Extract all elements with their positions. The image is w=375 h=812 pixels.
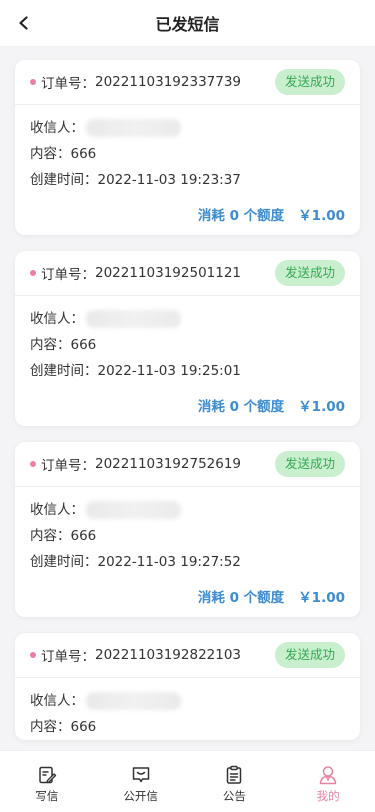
order-label: 订单号： [41, 649, 95, 665]
time-label: 创建时间： [30, 363, 98, 379]
card-body: 收信人： 内容： 666 创建时间： 2022-11-03 19:23:37 [15, 105, 360, 193]
order-label: 订单号： [41, 267, 95, 283]
clipboard-icon [227, 765, 242, 784]
recipient-label: 收信人： [30, 311, 84, 327]
time-label: 创建时间： [30, 172, 98, 188]
edit-icon [39, 766, 57, 784]
price-text: ￥1.00 [298, 208, 345, 224]
order-number: 订单号： 20221103192337739 [30, 72, 241, 92]
order-card[interactable]: 订单号： 20221103192822103 发送成功 收信人： 内容： 666 [15, 633, 360, 740]
order-no: 20221103192337739 [95, 74, 242, 90]
status-badge: 发送成功 [274, 642, 345, 668]
content-row: 内容： 666 [30, 523, 345, 549]
card-footer: 消耗 0 个额度 ￥1.00 [15, 575, 360, 617]
time-row: 创建时间： 2022-11-03 19:25:01 [30, 358, 345, 384]
message-icon [132, 767, 149, 783]
tab-public-letter[interactable]: 公开信 [94, 751, 188, 812]
tab-write[interactable]: 写信 [0, 751, 94, 812]
order-no: 20221103192822103 [95, 647, 242, 663]
recipient-row: 收信人： [30, 306, 345, 332]
price-text: ￥1.00 [298, 590, 345, 606]
recipient-row: 收信人： [30, 115, 345, 141]
time-row: 创建时间： 2022-11-03 19:27:52 [30, 549, 345, 575]
tab-label: 我的 [316, 789, 340, 803]
tab-label: 公开信 [123, 789, 158, 803]
price-text: ￥1.00 [298, 399, 345, 415]
content-label: 内容： [30, 528, 71, 544]
tab-label: 公告 [222, 789, 246, 803]
order-label: 订单号： [41, 76, 95, 92]
content-value: 666 [70, 337, 97, 353]
order-card[interactable]: 订单号： 20221103192752619 发送成功 收信人： 内容： 666… [15, 442, 360, 617]
card-header: 订单号： 20221103192337739 发送成功 [15, 60, 360, 105]
chevron-left-icon [19, 16, 28, 30]
header: 已发短信 [0, 0, 375, 46]
card-body: 收信人： 内容： 666 创建时间： 2022-11-03 19:27:52 [15, 487, 360, 575]
recipient-redacted [86, 692, 181, 710]
time-row: 创建时间： 2022-11-03 19:23:37 [30, 167, 345, 193]
card-body: 收信人： 内容： 666 [15, 678, 360, 740]
order-card[interactable]: 订单号： 20221103192337739 发送成功 收信人： 内容： 666… [15, 60, 360, 235]
app: 已发短信 订单号： 20221103192337739 发送成功 收信人： 内容… [0, 0, 375, 812]
recipient-label: 收信人： [30, 120, 84, 136]
tab-bar: 写信 公开信 公告 我的 [0, 750, 375, 812]
card-header: 订单号： 20221103192822103 发送成功 [15, 633, 360, 678]
order-label: 订单号： [41, 458, 95, 474]
recipient-redacted [86, 501, 181, 519]
content-label: 内容： [30, 337, 71, 353]
time-value: 2022-11-03 19:25:01 [97, 363, 241, 379]
page-title: 已发短信 [155, 15, 220, 34]
cost-text: 消耗 0 个额度 [197, 399, 285, 415]
status-badge: 发送成功 [274, 260, 345, 286]
tab-label: 写信 [35, 789, 59, 803]
content-value: 666 [70, 146, 97, 162]
card-footer: 消耗 0 个额度 ￥1.00 [15, 384, 360, 426]
status-badge: 发送成功 [274, 451, 345, 477]
content-value: 666 [70, 719, 97, 735]
card-footer: 消耗 0 个额度 ￥1.00 [15, 193, 360, 235]
order-number: 订单号： 20221103192752619 [30, 454, 241, 474]
time-value: 2022-11-03 19:23:37 [97, 172, 241, 188]
order-no: 20221103192752619 [95, 456, 242, 472]
recipient-redacted [86, 310, 181, 328]
user-icon [319, 766, 337, 785]
time-value: 2022-11-03 19:27:52 [97, 554, 241, 570]
recipient-label: 收信人： [30, 693, 84, 709]
status-dot-icon [30, 652, 36, 658]
recipient-row: 收信人： [30, 497, 345, 523]
cost-text: 消耗 0 个额度 [197, 590, 285, 606]
order-no: 20221103192501121 [95, 265, 242, 281]
tab-mine[interactable]: 我的 [281, 751, 375, 812]
back-button[interactable] [10, 9, 38, 37]
cost-text: 消耗 0 个额度 [197, 208, 285, 224]
order-list[interactable]: 订单号： 20221103192337739 发送成功 收信人： 内容： 666… [0, 46, 375, 750]
recipient-label: 收信人： [30, 502, 84, 518]
order-number: 订单号： 20221103192501121 [30, 263, 241, 283]
recipient-redacted [86, 119, 181, 137]
content-label: 内容： [30, 719, 71, 735]
content-label: 内容： [30, 146, 71, 162]
status-badge: 发送成功 [274, 69, 345, 95]
card-header: 订单号： 20221103192752619 发送成功 [15, 442, 360, 487]
order-card[interactable]: 订单号： 20221103192501121 发送成功 收信人： 内容： 666… [15, 251, 360, 426]
tab-announcement[interactable]: 公告 [188, 751, 282, 812]
card-header: 订单号： 20221103192501121 发送成功 [15, 251, 360, 296]
card-body: 收信人： 内容： 666 创建时间： 2022-11-03 19:25:01 [15, 296, 360, 384]
recipient-row: 收信人： [30, 688, 345, 714]
status-dot-icon [30, 270, 36, 276]
content-row: 内容： 666 [30, 332, 345, 358]
order-number: 订单号： 20221103192822103 [30, 645, 241, 665]
content-row: 内容： 666 [30, 141, 345, 167]
content-value: 666 [70, 528, 97, 544]
status-dot-icon [30, 461, 36, 467]
status-dot-icon [30, 79, 36, 85]
time-label: 创建时间： [30, 554, 98, 570]
content-row: 内容： 666 [30, 714, 345, 740]
